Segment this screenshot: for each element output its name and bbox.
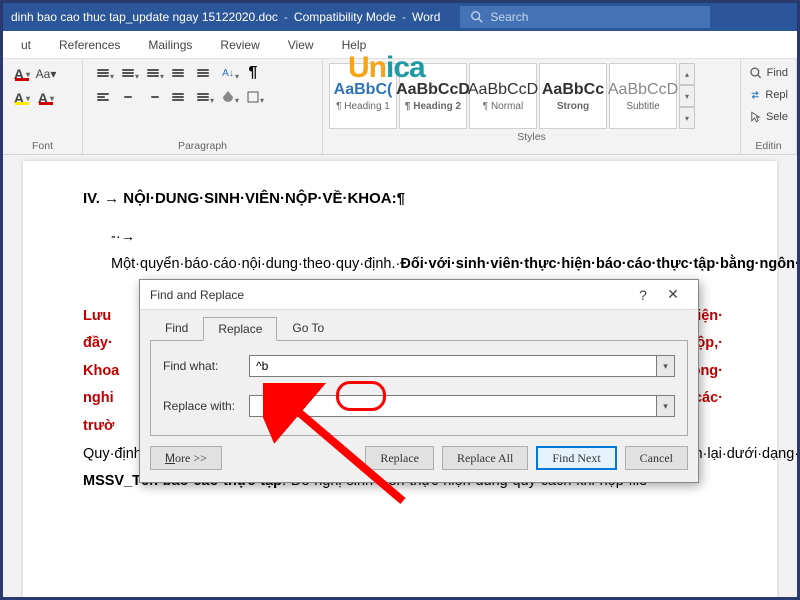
highlight-button[interactable]: A — [11, 88, 33, 108]
replace-action-button[interactable]: Replace — [365, 446, 434, 470]
tab-references[interactable]: References — [45, 32, 134, 58]
tab-replace[interactable]: Replace — [203, 317, 277, 341]
replace-all-button[interactable]: Replace All — [442, 446, 528, 470]
find-button[interactable]: Find — [749, 63, 788, 83]
paragraph-group-label: Paragraph — [91, 140, 314, 152]
tab-goto[interactable]: Go To — [277, 316, 339, 340]
tab-layout[interactable]: ut — [7, 32, 45, 58]
cancel-button[interactable]: Cancel — [625, 446, 688, 470]
styles-group-label: Styles — [329, 131, 734, 143]
line-spacing-button[interactable] — [191, 87, 215, 107]
style-subtitle[interactable]: AaBbCcDSubtitle — [609, 63, 677, 129]
change-case-button[interactable]: Aa▾ — [35, 64, 57, 84]
align-center-button[interactable] — [116, 87, 140, 107]
find-next-button[interactable]: Find Next — [536, 446, 616, 470]
sort-button[interactable]: A↓ — [216, 63, 240, 83]
tab-review[interactable]: Review — [206, 32, 273, 58]
dialog-close-button[interactable]: ✕ — [658, 286, 688, 303]
replace-button[interactable]: Repl — [749, 85, 788, 105]
find-what-input[interactable] — [249, 355, 657, 377]
decrease-indent-button[interactable] — [166, 63, 190, 83]
increase-indent-button[interactable] — [191, 63, 215, 83]
styles-scroll[interactable]: ▴▾▾ — [679, 63, 695, 129]
dialog-pane: Find what: ▾ Replace with: ▾ — [150, 340, 688, 436]
font-color-button[interactable]: A — [11, 64, 33, 84]
styles-group: AaBbC(¶ Heading 1 AaBbCcD¶ Heading 2 AaB… — [323, 59, 741, 154]
replace-with-dropdown[interactable]: ▾ — [657, 395, 675, 417]
find-what-label: Find what: — [163, 359, 249, 373]
style-heading1[interactable]: AaBbC(¶ Heading 1 — [329, 63, 397, 129]
tab-find[interactable]: Find — [150, 316, 203, 340]
heading: IV. → NỘI·DUNG·SINH·VIÊN·NỘP·VỀ·KHOA:¶ — [83, 185, 717, 214]
editing-group: Find Repl Sele Editin — [741, 59, 797, 154]
borders-button[interactable] — [241, 87, 265, 107]
compat-mode: Compatibility Mode — [294, 10, 396, 24]
more-button[interactable]: MMore >>ore >> — [150, 446, 222, 470]
titlebar: dinh bao cao thuc tap_update ngay 151220… — [3, 3, 797, 31]
bullets-button[interactable] — [91, 63, 115, 83]
tab-help[interactable]: Help — [328, 32, 381, 58]
tab-mailings[interactable]: Mailings — [134, 32, 206, 58]
ribbon: A Aa▾ A A Font A↓ ¶ — [3, 59, 797, 155]
shading-button[interactable] — [216, 87, 240, 107]
style-heading2[interactable]: AaBbCcD¶ Heading 2 — [399, 63, 467, 129]
editing-group-label: Editin — [749, 140, 788, 152]
search-box[interactable]: Search — [460, 6, 710, 28]
search-icon — [470, 10, 484, 24]
select-icon — [749, 110, 762, 124]
dialog-title: Find and Replace — [150, 288, 628, 302]
justify-button[interactable] — [166, 87, 190, 107]
search-placeholder: Search — [490, 10, 528, 24]
paragraph-1: -·→ Một·quyển·báo·cáo·nội·dung·theo·quy·… — [111, 224, 717, 279]
font-group: A Aa▾ A A Font — [3, 59, 83, 154]
find-icon — [749, 66, 763, 80]
dialog-titlebar[interactable]: Find and Replace ? ✕ — [140, 280, 698, 310]
replace-with-label: Replace with: — [163, 399, 249, 413]
align-right-button[interactable] — [141, 87, 165, 107]
replace-with-input[interactable] — [249, 395, 657, 417]
align-left-button[interactable] — [91, 87, 115, 107]
show-marks-button[interactable]: ¶ — [241, 63, 265, 83]
style-strong[interactable]: AaBbCcStrong — [539, 63, 607, 129]
dialog-tabs: Find Replace Go To — [140, 310, 698, 340]
numbering-button[interactable] — [116, 63, 140, 83]
select-button[interactable]: Sele — [749, 107, 788, 127]
multilevel-button[interactable] — [141, 63, 165, 83]
ribbon-tabs: ut References Mailings Review View Help — [3, 31, 797, 59]
font-group-label: Font — [11, 140, 74, 152]
style-normal[interactable]: AaBbCcD¶ Normal — [469, 63, 537, 129]
tab-view[interactable]: View — [274, 32, 328, 58]
replace-icon — [749, 88, 761, 102]
app-name: Word — [412, 10, 440, 24]
find-replace-dialog: Find and Replace ? ✕ Find Replace Go To … — [139, 279, 699, 483]
file-name: dinh bao cao thuc tap_update ngay 151220… — [11, 10, 278, 24]
text-fill-button[interactable]: A — [35, 88, 57, 108]
paragraph-group: A↓ ¶ Paragraph — [83, 59, 323, 154]
find-what-dropdown[interactable]: ▾ — [657, 355, 675, 377]
dialog-help-button[interactable]: ? — [628, 287, 658, 303]
dialog-buttons: MMore >>ore >> Replace Replace All Find … — [140, 436, 698, 482]
